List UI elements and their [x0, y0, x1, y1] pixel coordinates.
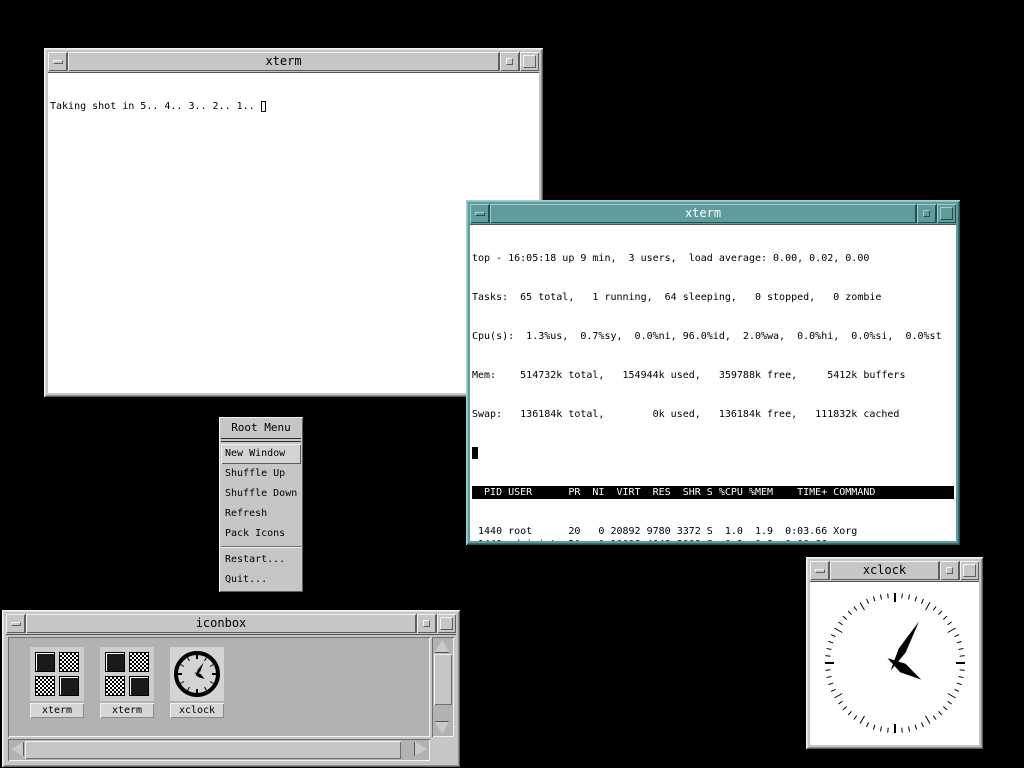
top-table-header: PID USER PR NI VIRT RES SHR S %CPU %MEM … — [472, 486, 954, 499]
window-iconbox: iconbox xterm xterm — [2, 610, 460, 767]
top-summary-line: Mem: 514732k total, 154944k used, 359788… — [472, 369, 954, 382]
iconbox-panel: xterm xterm xclock — [8, 637, 430, 737]
window-menu-dash-icon — [815, 569, 825, 573]
window-menu-dash-icon — [53, 60, 63, 64]
maximize-icon — [523, 55, 536, 68]
menu-separator-double — [221, 438, 301, 442]
terminal-cursor-hollow — [261, 101, 266, 112]
xterm-icon — [35, 652, 79, 696]
clock-face — [810, 581, 979, 745]
minimize-icon — [506, 58, 513, 65]
arrow-down-icon — [435, 722, 449, 734]
window-menu-dash-icon — [11, 622, 21, 626]
iconbox-icon-xterm-1[interactable]: xterm — [30, 647, 84, 718]
scroll-left-button[interactable] — [9, 740, 25, 758]
analog-clock — [811, 583, 979, 745]
window-title: xterm — [68, 52, 499, 71]
maximize-button[interactable] — [520, 52, 539, 71]
top-summary-line: Cpu(s): 1.3%us, 0.7%sy, 0.0%ni, 96.0%id,… — [472, 330, 954, 343]
menu-item-restart[interactable]: Restart... — [221, 550, 301, 570]
horizontal-scroll-trough[interactable] — [25, 740, 413, 760]
terminal-cursor-block — [472, 447, 478, 459]
horizontal-scrollbar[interactable] — [8, 739, 430, 761]
maximize-icon — [963, 564, 976, 577]
root-menu-title: Root Menu — [221, 419, 301, 437]
window-menu-button[interactable] — [470, 204, 489, 223]
window-menu-dash-icon — [475, 212, 485, 216]
minimize-button[interactable] — [500, 52, 519, 71]
window-title: xclock — [830, 561, 939, 580]
arrow-right-icon — [415, 742, 427, 756]
titlebar[interactable]: xterm — [48, 52, 539, 71]
top-process-rows: 1440 root 20 0 20892 9780 3372 S 1.0 1.9… — [472, 525, 954, 541]
minimize-icon — [423, 620, 430, 627]
titlebar[interactable]: xterm — [470, 204, 956, 223]
window-xterm-top: xterm top - 16:05:18 up 9 min, 3 users, … — [466, 200, 960, 545]
window-title: xterm — [490, 204, 916, 223]
minimize-icon — [923, 210, 930, 217]
window-menu-button[interactable] — [810, 561, 829, 580]
vertical-scroll-trough[interactable] — [433, 654, 453, 720]
arrow-up-icon — [435, 640, 449, 652]
maximize-icon — [440, 617, 453, 630]
icon-label: xterm — [30, 703, 84, 718]
process-row: 1449 administ 20 0 10096 4048 3008 S 0.3… — [472, 538, 954, 541]
scroll-up-button[interactable] — [433, 638, 451, 654]
horizontal-scroll-thumb[interactable] — [25, 741, 401, 759]
menu-item-refresh[interactable]: Refresh — [221, 504, 301, 524]
window-menu-button[interactable] — [48, 52, 67, 71]
xclock-icon — [172, 649, 222, 699]
icon-label: xclock — [170, 703, 224, 718]
process-row: 1440 root 20 0 20892 9780 3372 S 1.0 1.9… — [472, 525, 954, 538]
top-summary-line: top - 16:05:18 up 9 min, 3 users, load a… — [472, 252, 954, 265]
iconbox-icon-xclock[interactable]: xclock — [170, 647, 224, 718]
vertical-scrollbar[interactable] — [432, 637, 454, 737]
minimize-button[interactable] — [417, 614, 436, 633]
vertical-scroll-thumb[interactable] — [434, 654, 452, 705]
xterm-icon — [105, 652, 149, 696]
window-xclock: xclock — [806, 557, 983, 749]
root-menu: Root Menu New Window Shuffle Up Shuffle … — [219, 417, 303, 592]
menu-item-pack-icons[interactable]: Pack Icons — [221, 524, 301, 544]
menu-item-quit[interactable]: Quit... — [221, 570, 301, 590]
icon-label: xterm — [100, 703, 154, 718]
maximize-button[interactable] — [437, 614, 456, 633]
menu-item-shuffle-up[interactable]: Shuffle Up — [221, 464, 301, 484]
iconbox-icon-xterm-2[interactable]: xterm — [100, 647, 154, 718]
minimize-button[interactable] — [917, 204, 936, 223]
maximize-icon — [940, 207, 953, 220]
terminal-text: Taking shot in 5.. 4.. 3.. 2.. 1.. — [50, 101, 261, 112]
titlebar[interactable]: iconbox — [6, 614, 456, 633]
minimize-icon — [946, 567, 953, 574]
menu-separator — [221, 546, 301, 548]
scroll-down-button[interactable] — [433, 720, 451, 736]
titlebar[interactable]: xclock — [810, 561, 979, 580]
minimize-button[interactable] — [940, 561, 959, 580]
arrow-left-icon — [11, 742, 23, 756]
terminal-screen[interactable]: top - 16:05:18 up 9 min, 3 users, load a… — [470, 224, 956, 541]
window-menu-button[interactable] — [6, 614, 25, 633]
menu-item-new-window[interactable]: New Window — [221, 444, 301, 464]
top-summary-line: Swap: 136184k total, 0k used, 136184k fr… — [472, 408, 954, 421]
maximize-button[interactable] — [960, 561, 979, 580]
window-title: iconbox — [26, 614, 416, 633]
top-summary-line: Tasks: 65 total, 1 running, 64 sleeping,… — [472, 291, 954, 304]
scroll-right-button[interactable] — [413, 740, 429, 758]
desktop: xterm Taking shot in 5.. 4.. 3.. 2.. 1..… — [0, 0, 1024, 768]
menu-item-shuffle-down[interactable]: Shuffle Down — [221, 484, 301, 504]
maximize-button[interactable] — [937, 204, 956, 223]
